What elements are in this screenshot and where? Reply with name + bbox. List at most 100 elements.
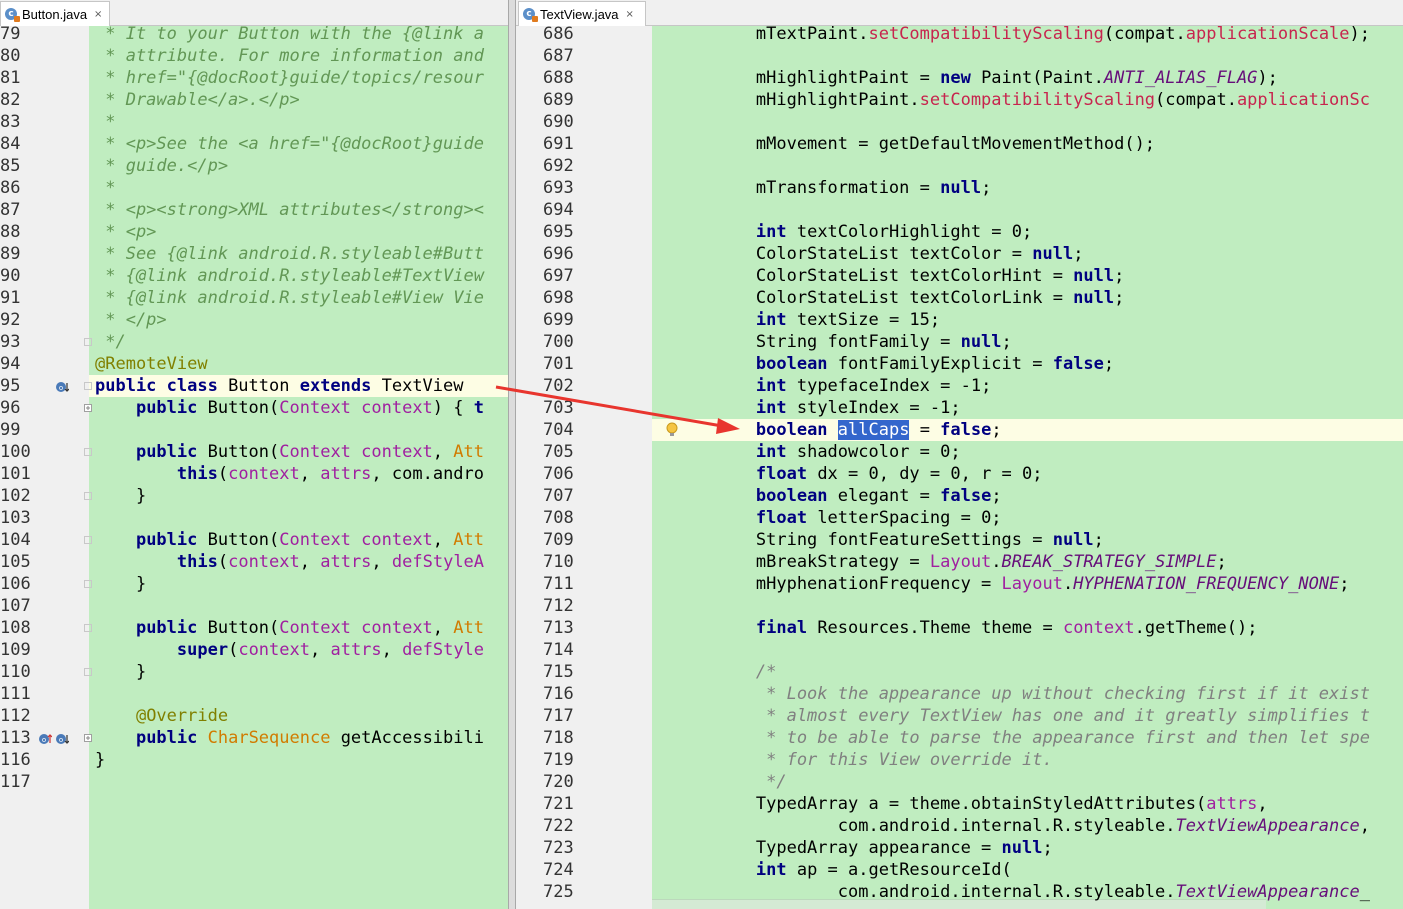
code-line[interactable]: * <p> — [95, 221, 156, 243]
fold-marker[interactable] — [84, 448, 92, 456]
line-number: 719 — [543, 750, 574, 770]
code-line[interactable]: } — [95, 485, 146, 507]
code-line[interactable]: mTransformation = null; — [674, 177, 991, 199]
code-line[interactable]: mBreakStrategy = Layout.BREAK_STRATEGY_S… — [674, 551, 1227, 573]
code-line[interactable]: * <p>See the <a href="{@docRoot}guide — [95, 133, 484, 155]
code-line[interactable]: mHighlightPaint.setCompatibilityScaling(… — [674, 89, 1370, 111]
code-line[interactable]: boolean allCaps = false; — [674, 419, 1002, 441]
overrides-method-icon[interactable]: o — [38, 731, 53, 745]
code-line[interactable]: com.android.internal.R.styleable.TextVie… — [674, 881, 1370, 903]
code-line[interactable]: @RemoteView — [95, 353, 208, 375]
line-number: 91 — [0, 288, 21, 308]
line-number: 89 — [0, 244, 21, 264]
code-line[interactable]: int ap = a.getResourceId( — [674, 859, 1012, 881]
code-line[interactable]: * for this View override it. — [674, 749, 1053, 771]
code-line[interactable]: * Drawable</a>.</p> — [95, 89, 299, 111]
line-number: 700 — [543, 332, 574, 352]
override-gutter-icon[interactable]: o — [55, 731, 70, 745]
split-divider[interactable] — [508, 0, 516, 909]
line-number: 107 — [0, 596, 31, 616]
code-line[interactable]: super(context, attrs, defStyle — [95, 639, 484, 661]
code-line[interactable]: ColorStateList textColor = null; — [674, 243, 1084, 265]
code-line[interactable]: * See {@link android.R.styleable#Butt — [95, 243, 484, 265]
code-line[interactable]: } — [95, 661, 146, 683]
tab-close-icon[interactable]: × — [626, 9, 634, 20]
code-line[interactable]: * <p><strong>XML attributes</strong>< — [95, 199, 484, 221]
code-line[interactable]: float letterSpacing = 0; — [674, 507, 1002, 529]
code-line[interactable]: mMovement = getDefaultMovementMethod(); — [674, 133, 1155, 155]
code-line[interactable]: public CharSequence getAccessibili — [95, 727, 484, 749]
code-line[interactable]: * href="{@docRoot}guide/topics/resour — [95, 67, 484, 89]
code-line[interactable]: String fontFeatureSettings = null; — [674, 529, 1104, 551]
code-line[interactable]: float dx = 0, dy = 0, r = 0; — [674, 463, 1043, 485]
code-line[interactable]: int shadowcolor = 0; — [674, 441, 961, 463]
code-line[interactable]: this(context, attrs, defStyleA — [95, 551, 484, 573]
code-line[interactable]: * attribute. For more information and — [95, 45, 484, 67]
code-line[interactable]: */ — [95, 331, 125, 353]
code-line[interactable]: mHighlightPaint = new Paint(Paint.ANTI_A… — [674, 67, 1278, 89]
code-line[interactable]: * {@link android.R.styleable#View Vie — [95, 287, 484, 309]
code-line[interactable]: boolean fontFamilyExplicit = false; — [674, 353, 1114, 375]
fold-marker[interactable] — [84, 382, 92, 390]
line-number: 720 — [543, 772, 574, 792]
code-line[interactable]: TypedArray appearance = null; — [674, 837, 1053, 859]
code-line[interactable]: int styleIndex = -1; — [674, 397, 961, 419]
fold-marker[interactable] — [84, 492, 92, 500]
code-line[interactable]: * guide.</p> — [95, 155, 228, 177]
code-line[interactable]: public Button(Context context, Att — [95, 441, 484, 463]
code-line[interactable]: public class Button extends TextView — [95, 375, 464, 397]
code-line[interactable]: * </p> — [95, 309, 166, 331]
code-line[interactable]: /* — [674, 661, 776, 683]
code-line[interactable]: * almost every TextView has one and it g… — [674, 705, 1370, 727]
fold-marker[interactable] — [84, 624, 92, 632]
code-line[interactable]: public Button(Context context, Att — [95, 617, 484, 639]
code-line[interactable]: * It to your Button with the {@link a — [95, 23, 484, 45]
tab-close-icon[interactable]: × — [94, 9, 102, 20]
code-line[interactable]: public Button(Context context, Att — [95, 529, 484, 551]
fold-marker[interactable] — [84, 580, 92, 588]
code-line[interactable]: * — [95, 177, 115, 199]
line-number: 695 — [543, 222, 574, 242]
code-line[interactable]: final Resources.Theme theme = context.ge… — [674, 617, 1258, 639]
fold-marker[interactable] — [84, 734, 92, 742]
right-gutter[interactable] — [516, 26, 652, 909]
code-line[interactable]: int textSize = 15; — [674, 309, 940, 331]
code-line[interactable]: ColorStateList textColorHint = null; — [674, 265, 1125, 287]
code-line[interactable]: } — [95, 749, 105, 771]
code-line[interactable]: mTextPaint.setCompatibilityScaling(compa… — [674, 23, 1370, 45]
fold-marker[interactable] — [84, 536, 92, 544]
fold-marker[interactable] — [84, 668, 92, 676]
code-line[interactable]: int textColorHighlight = 0; — [674, 221, 1032, 243]
tab-textview-java[interactable]: c TextView.java × — [518, 1, 646, 26]
code-line[interactable]: boolean elegant = false; — [674, 485, 1002, 507]
code-line[interactable]: mHyphenationFrequency = Layout.HYPHENATI… — [674, 573, 1350, 595]
fold-marker[interactable] — [84, 338, 92, 346]
code-line[interactable]: TypedArray a = theme.obtainStyledAttribu… — [674, 793, 1268, 815]
code-line[interactable]: */ — [674, 771, 786, 793]
intention-bulb-icon[interactable] — [666, 422, 678, 438]
code-line[interactable]: @Override — [95, 705, 228, 727]
code-line[interactable]: String fontFamily = null; — [674, 331, 1012, 353]
code-line[interactable]: public Button(Context context) { t — [95, 397, 484, 419]
code-line[interactable]: * to be able to parse the appearance fir… — [674, 727, 1370, 749]
code-line[interactable]: * Look the appearance up without checkin… — [674, 683, 1370, 705]
left-editor-pane: c Button.java × 79 * It to your Button w… — [0, 0, 508, 909]
line-number: 702 — [543, 376, 574, 396]
line-number: 116 — [0, 750, 31, 770]
code-line[interactable]: } — [95, 573, 146, 595]
line-number: 701 — [543, 354, 574, 374]
code-line[interactable]: this(context, attrs, com.andro — [95, 463, 484, 485]
fold-marker[interactable] — [84, 404, 92, 412]
code-line[interactable]: ColorStateList textColorLink = null; — [674, 287, 1125, 309]
line-number: 715 — [543, 662, 574, 682]
line-number: 82 — [0, 90, 21, 110]
line-number: 696 — [543, 244, 574, 264]
line-number: 111 — [0, 684, 31, 704]
override-gutter-icon[interactable]: o — [55, 379, 70, 393]
code-line[interactable]: com.android.internal.R.styleable.TextVie… — [674, 815, 1370, 837]
line-number: 705 — [543, 442, 574, 462]
code-line[interactable]: * {@link android.R.styleable#TextView — [95, 265, 484, 287]
code-line[interactable]: int typefaceIndex = -1; — [674, 375, 991, 397]
right-editor-pane: c TextView.java × 686 mTextPaint.setComp… — [516, 0, 1403, 909]
code-line[interactable]: * — [95, 111, 115, 133]
